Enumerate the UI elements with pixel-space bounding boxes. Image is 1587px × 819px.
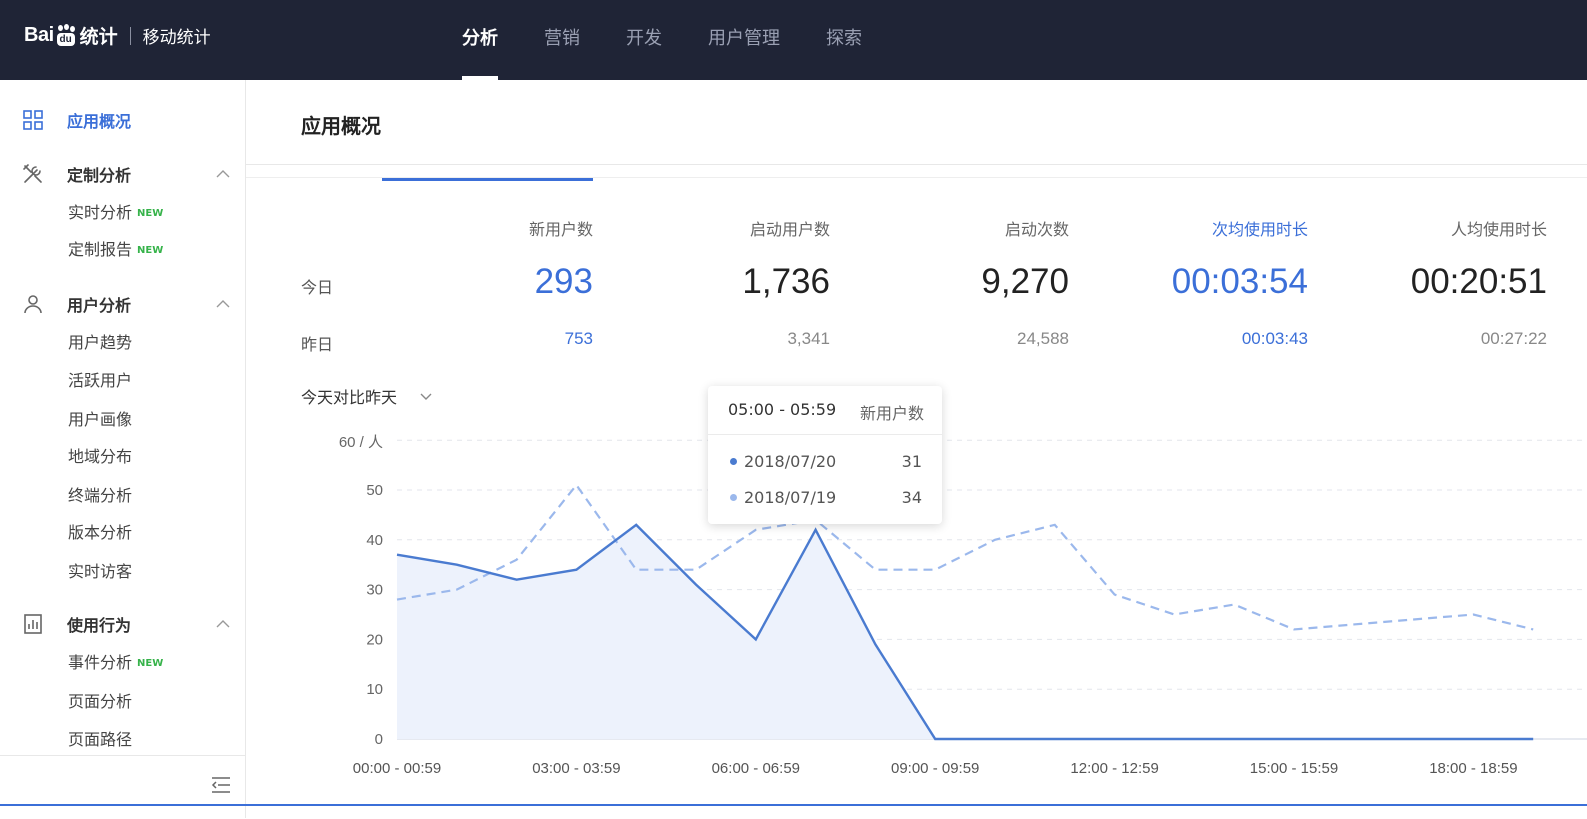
bottom-edge [0,804,1587,806]
x-tick-label: 06:00 - 06:59 [712,760,800,777]
tooltip-row: 2018/07/20 31 [730,452,922,471]
y-tick-label: 10 [366,681,383,698]
y-tick-label: 50 [366,482,383,499]
chart-tooltip: 05:00 - 05:59 新用户数 2018/07/20 31 2018/07… [708,386,942,524]
y-tick-label: 20 [366,631,383,648]
series-area-today [397,524,1534,739]
tooltip-row: 2018/07/19 34 [730,488,922,507]
x-tick-label: 03:00 - 03:59 [532,760,620,777]
x-tick-label: 09:00 - 09:59 [891,760,979,777]
y-tick-label: 40 [366,532,383,549]
x-tick-label: 18:00 - 18:59 [1429,760,1517,777]
series-dot [730,494,737,501]
y-tick-label: 30 [366,582,383,599]
y-axis-label: 60 / 人 [339,434,383,451]
tooltip-header: 05:00 - 05:59 新用户数 [728,400,924,424]
tooltip-date: 2018/07/19 [744,488,837,507]
x-tick-label: 12:00 - 12:59 [1070,760,1158,777]
series-dot [730,458,737,465]
tooltip-time: 05:00 - 05:59 [728,400,837,419]
tooltip-value: 31 [901,452,922,471]
x-tick-label: 15:00 - 15:59 [1250,760,1338,777]
y-tick-label: 0 [375,731,383,748]
tooltip-metric: 新用户数 [859,404,924,423]
tooltip-divider [708,434,942,435]
tooltip-date: 2018/07/20 [744,452,837,471]
x-tick-label: 00:00 - 00:59 [353,760,441,777]
tooltip-value: 34 [901,488,922,507]
